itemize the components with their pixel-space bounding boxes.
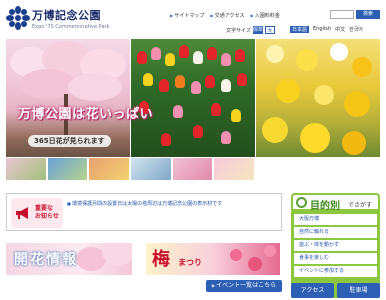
festival-label: まつり [178,258,202,267]
purpose-item-nature[interactable]: 自然に触れる [294,227,377,238]
font-size-standard-button[interactable]: 標準 [252,26,263,34]
notice-label: 重要な お知らせ [35,205,59,220]
important-notice: 重要な お知らせ 環境保護月間の設置日は太陽の塔周辺は万博記念公園の表示材です [6,193,282,231]
font-size-control: 文字サイズ 標準 大 [226,26,275,34]
purpose-title-sub: でさがす [348,202,373,209]
hero-sub-caption: 365日花が見られます [28,135,111,147]
link-sitemap[interactable]: サイトマップ [170,12,204,19]
top-links: サイトマップ 交通アクセス 入園料料金 [170,12,280,19]
site-subtitle: Expo '70 Commemorative Park [32,24,110,30]
hero-photo-tulips [131,39,255,157]
language-switcher: 日本語 English 中文 한국어 [290,26,363,33]
purpose-item-play[interactable]: 遊ぶ・体を動かす [294,240,377,251]
thumbnail-5[interactable] [172,158,213,180]
thumbnail-3[interactable] [89,158,130,180]
search-button[interactable]: 検索 [356,10,380,19]
font-size-label: 文字サイズ [226,27,251,34]
purpose-item-dining[interactable]: 食事を楽しむ [294,253,377,264]
font-size-large-button[interactable]: 大 [264,26,275,34]
lang-chinese[interactable]: 中文 [335,26,345,33]
link-access[interactable]: 交通アクセス [210,12,245,19]
event-list-button[interactable]: イベント一覧はこちら [206,280,282,292]
purpose-title-main: 目的別 [310,201,340,212]
magnifier-icon [296,197,307,208]
purpose-item-events[interactable]: イベントに参加する [294,266,377,277]
hero-slideshow[interactable]: 万博公園は花いっぱい 365日花が見られます [6,39,380,157]
purpose-item-expo[interactable]: 大阪万博 [294,214,377,225]
lang-english[interactable]: English [313,26,331,33]
hero-caption: 万博公園は花いっぱい [18,107,154,122]
notice-link[interactable]: 環境保護月間の設置日は太陽の塔周辺は万博記念公園の表示材です [67,200,222,207]
thumbnail-4[interactable] [131,158,171,180]
slideshow-thumbnails [6,158,255,180]
thumbnail-1[interactable] [6,158,46,180]
site-title[interactable]: 万博記念公園 [32,7,101,23]
notice-header: 重要な お知らせ [11,198,63,228]
hero-photo-yellow-flowers [256,39,380,157]
purpose-search-title: 目的別 でさがす [291,193,380,212]
lang-japanese[interactable]: 日本語 [290,26,310,33]
ume-label: 梅 [152,249,170,270]
purpose-list: 大阪万博 自然に触れる 遊ぶ・体を動かす 食事を楽しむ イベントに参加する [294,214,377,279]
search-input[interactable] [330,10,354,19]
thumbnail-2[interactable] [47,158,88,180]
lang-korean[interactable]: 한국어 [349,26,363,33]
thumbnail-6[interactable] [214,158,255,180]
park-logo-icon[interactable] [6,6,30,30]
parking-button[interactable]: 駐車場 [337,283,380,298]
ume-festival-banner[interactable]: 梅 まつり [146,243,280,275]
flower-info-label: 開花情報 [14,252,78,268]
site-header: 万博記念公園 Expo '70 Commemorative Park サイトマッ… [0,0,386,38]
access-button[interactable]: アクセス [291,283,334,298]
link-admission[interactable]: 入園料料金 [251,12,280,19]
flower-info-banner[interactable]: 開花情報 [6,243,132,275]
megaphone-icon [16,207,28,219]
